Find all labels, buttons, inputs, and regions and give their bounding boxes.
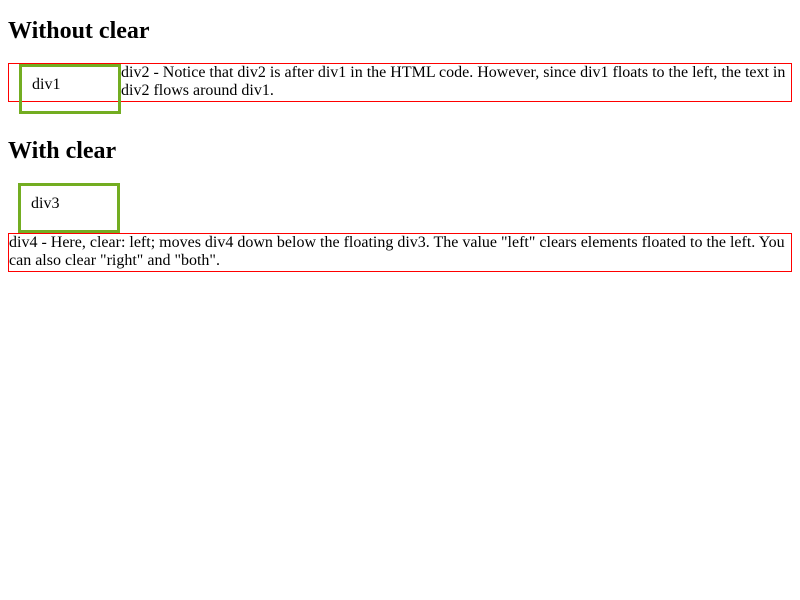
div4-box: div4 - Here, clear: left; moves div4 dow… [8, 233, 792, 272]
heading-with-clear: With clear [8, 138, 792, 165]
without-clear-container: div1 div2 - Notice that div2 is after di… [8, 63, 792, 102]
div2-text: div2 - Notice that div2 is after div1 in… [121, 64, 785, 99]
div1-box: div1 [19, 64, 121, 114]
heading-without-clear: Without clear [8, 18, 792, 45]
div3-box: div3 [18, 183, 120, 233]
